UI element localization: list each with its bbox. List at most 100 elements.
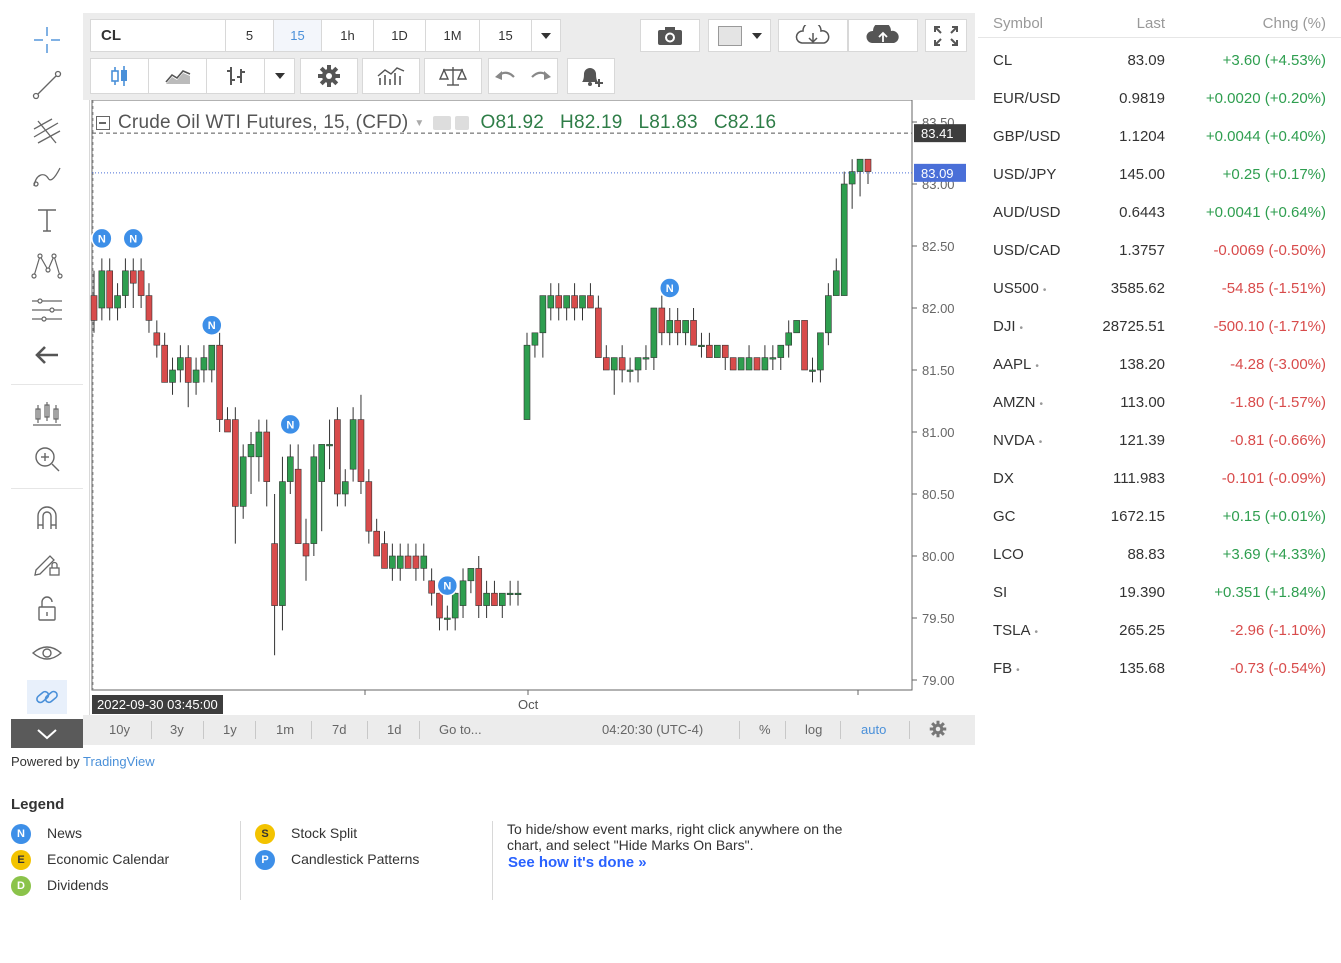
last-price-label: 83.09	[921, 166, 954, 181]
price-chart[interactable]: 83.5083.0082.5082.0081.5081.0080.5080.00…	[90, 100, 968, 717]
crosshair-icon[interactable]	[27, 23, 67, 57]
tradingview-link[interactable]: TradingView	[83, 754, 155, 769]
pitchfork-icon[interactable]	[27, 113, 67, 147]
interval-dropdown[interactable]	[532, 19, 561, 52]
area-style-button[interactable]	[149, 58, 207, 94]
candles-style-button[interactable]	[90, 58, 149, 94]
snapshot-button[interactable]	[640, 19, 700, 52]
fib-icon[interactable]	[27, 293, 67, 327]
unlock-icon[interactable]	[27, 591, 67, 625]
toolbar-divider	[11, 488, 83, 489]
watchlist-symbol: FB •	[993, 660, 1020, 677]
watchlist-symbol: DX	[993, 470, 1014, 487]
interval-5[interactable]: 5	[226, 19, 274, 52]
divider	[419, 721, 420, 739]
log-toggle[interactable]: log	[805, 722, 822, 737]
redo-icon[interactable]	[528, 68, 552, 84]
watchlist-change: +3.60 (+4.53%)	[1222, 52, 1326, 69]
watchlist-change: +0.0041 (+0.64%)	[1205, 204, 1326, 221]
zoom-in-icon[interactable]	[27, 442, 67, 476]
interval-1h[interactable]: 1h	[322, 19, 374, 52]
symbol-search-input[interactable]	[90, 19, 226, 52]
compare-button[interactable]	[424, 58, 482, 94]
delayed-dot-icon: •	[1034, 627, 1039, 638]
watchlist-row[interactable]: LCO 88.83 +3.69 (+4.33%)	[978, 533, 1341, 571]
watchlist-header-last[interactable]: Last	[1137, 15, 1165, 32]
candle-down	[801, 320, 808, 371]
watchlist-header-symbol[interactable]: Symbol	[993, 15, 1043, 32]
range-7d[interactable]: 7d	[332, 722, 346, 737]
watchlist-row[interactable]: USD/CAD 1.3757 -0.0069 (-0.50%)	[978, 229, 1341, 267]
chart-pane[interactable]: 83.50 83.00 82.50 82.00 81.50 81.00 80.50 80.00…	[89, 100, 968, 717]
visibility-icon[interactable]	[432, 116, 451, 130]
collapse-legend-icon[interactable]	[96, 116, 110, 130]
range-10y[interactable]: 10y	[109, 722, 130, 737]
undo-icon[interactable]	[494, 68, 518, 84]
price-axis-label: 81.50	[922, 363, 955, 378]
candle-up	[856, 158, 864, 172]
watchlist-row[interactable]: NVDA • 121.39 -0.81 (-0.66%)	[978, 419, 1341, 457]
percent-toggle[interactable]: %	[759, 722, 771, 737]
brush-icon[interactable]	[27, 158, 67, 192]
ohlc-high: H82.19	[560, 112, 623, 133]
watchlist-row[interactable]: GC 1672.15 +0.15 (+0.01%)	[978, 495, 1341, 533]
auto-toggle[interactable]: auto	[861, 722, 886, 737]
watchlist-row[interactable]: AUD/USD 0.6443 +0.0041 (+0.64%)	[978, 191, 1341, 229]
watchlist-change: +0.25 (+0.17%)	[1222, 166, 1326, 183]
watchlist-row[interactable]: AMZN • 113.00 -1.80 (-1.57%)	[978, 381, 1341, 419]
bell-add-icon	[582, 68, 603, 87]
range-3y[interactable]: 3y	[170, 722, 184, 737]
eye-icon[interactable]	[27, 636, 67, 670]
interval-15[interactable]: 15	[274, 19, 322, 52]
link-icon[interactable]	[27, 680, 67, 714]
candle-up	[114, 295, 121, 309]
background-color-button[interactable]	[708, 19, 771, 52]
watchlist-row[interactable]: GBP/USD 1.1204 +0.0044 (+0.40%)	[978, 115, 1341, 153]
chart-style-dropdown[interactable]	[265, 58, 295, 94]
bars-style-button[interactable]	[207, 58, 265, 94]
watchlist-row[interactable]: FB • 135.68 -0.73 (-0.54%)	[978, 647, 1341, 685]
watchlist-row[interactable]: AAPL • 138.20 -4.28 (-3.00%)	[978, 343, 1341, 381]
candles-icon	[110, 66, 127, 86]
collapse-toolbar-button[interactable]	[11, 719, 83, 748]
candle-up	[98, 270, 106, 309]
magnet-icon[interactable]	[27, 501, 67, 535]
interval-1d[interactable]: 1D	[374, 19, 426, 52]
lock-drawing-icon[interactable]	[27, 546, 67, 580]
title-dropdown-icon[interactable]: ▼	[414, 118, 424, 129]
watchlist-header-change[interactable]: Chng (%)	[1263, 15, 1326, 32]
measure-icon[interactable]	[27, 397, 67, 431]
series-settings-icon[interactable]	[454, 116, 469, 130]
range-1d[interactable]: 1d	[387, 722, 401, 737]
trend-line-icon[interactable]	[27, 68, 67, 102]
alert-button[interactable]	[567, 58, 615, 94]
watchlist-row[interactable]: EUR/USD 0.9819 +0.0020 (+0.20%)	[978, 77, 1341, 115]
arrow-left-icon[interactable]	[27, 338, 67, 372]
watchlist-row[interactable]: USD/JPY 145.00 +0.25 (+0.17%)	[978, 153, 1341, 191]
goto-button[interactable]: Go to...	[439, 722, 482, 737]
candle-down	[365, 481, 373, 532]
pattern-icon[interactable]	[27, 248, 67, 282]
watchlist-symbol: USD/JPY	[993, 166, 1057, 183]
save-layout-button[interactable]	[848, 19, 918, 52]
watchlist-row[interactable]: DJI • 28725.51 -500.10 (-1.71%)	[978, 305, 1341, 343]
watchlist-row[interactable]: SI 19.390 +0.351 (+1.84%)	[978, 571, 1341, 609]
interval-1m[interactable]: 1M	[426, 19, 480, 52]
watchlist-row[interactable]: TSLA • 265.25 -2.96 (-1.10%)	[978, 609, 1341, 647]
bottom-settings-button[interactable]	[929, 720, 947, 741]
chart-title: Crude Oil WTI Futures, 15, (CFD)	[118, 112, 409, 133]
watchlist-row[interactable]: CL 83.09 +3.60 (+4.53%)	[978, 39, 1341, 77]
candle-down	[224, 419, 231, 433]
price-axis-label: 79.00	[922, 673, 955, 688]
interval-custom[interactable]: 15	[480, 19, 532, 52]
range-1y[interactable]: 1y	[223, 722, 237, 737]
range-1m[interactable]: 1m	[276, 722, 294, 737]
settings-button[interactable]	[300, 58, 358, 94]
see-how-link[interactable]: See how it's done »	[508, 854, 647, 871]
load-layout-button[interactable]	[778, 19, 848, 52]
fullscreen-button[interactable]	[925, 19, 967, 52]
watchlist-row[interactable]: DX 111.983 -0.101 (-0.09%)	[978, 457, 1341, 495]
indicators-button[interactable]	[362, 58, 420, 94]
text-icon[interactable]	[27, 203, 67, 237]
watchlist-row[interactable]: US500 • 3585.62 -54.85 (-1.51%)	[978, 267, 1341, 305]
